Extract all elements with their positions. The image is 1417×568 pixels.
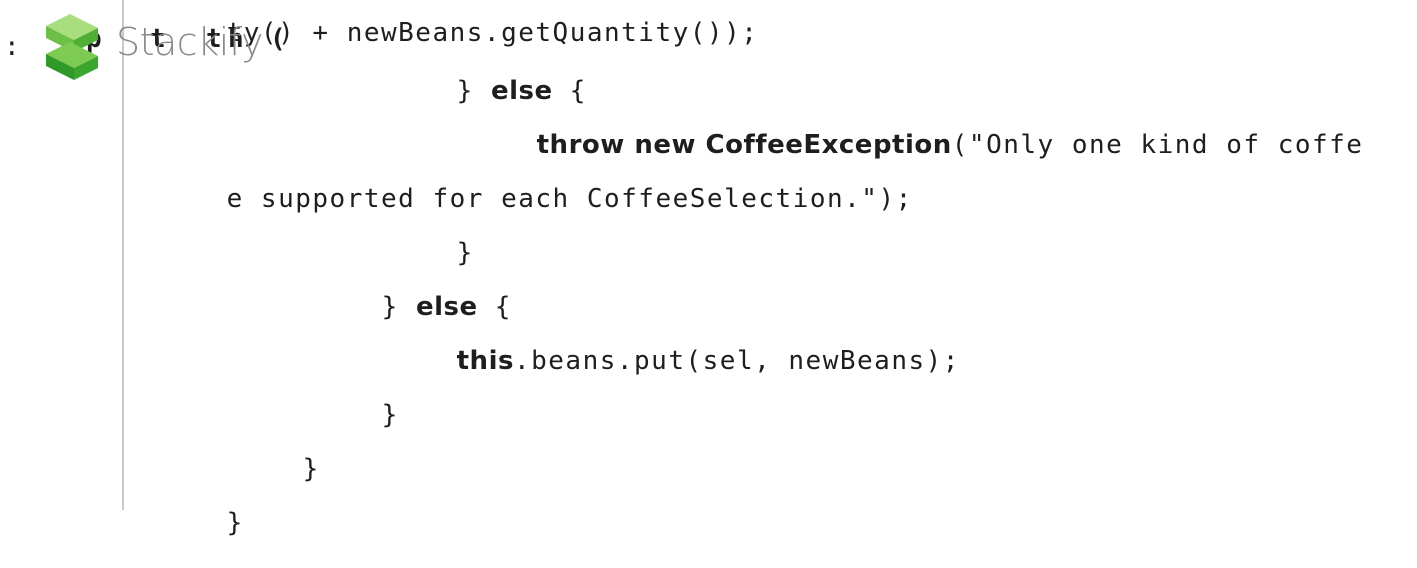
code-text: } (381, 400, 399, 430)
code-colon: : (4, 32, 20, 62)
code-line-7: this.beans.put(sel, newBeans); (388, 316, 960, 406)
obscured-code-fragment: ( (270, 24, 286, 54)
keyword-this: this (456, 346, 514, 376)
code-line-9: } (234, 424, 320, 514)
code-text: } (302, 454, 320, 484)
code-text: .beans.put(sel, newBeans); (513, 346, 960, 376)
code-line-10: } (158, 478, 244, 568)
stackify-logo: : p t t h ( Stackify (0, 6, 300, 82)
code-text: ("Only one kind of coffe (951, 130, 1364, 160)
stackify-logo-icon (46, 14, 98, 80)
code-line-4: e supported for each CoffeeSelection."); (158, 154, 913, 244)
code-text: ty() + newBeans.getQuantity()); (226, 18, 759, 48)
code-text: e supported for each CoffeeSelection."); (226, 184, 913, 214)
code-line-8: } (313, 370, 399, 460)
brand-name: Stackify (116, 20, 263, 64)
code-text: } (226, 508, 244, 538)
